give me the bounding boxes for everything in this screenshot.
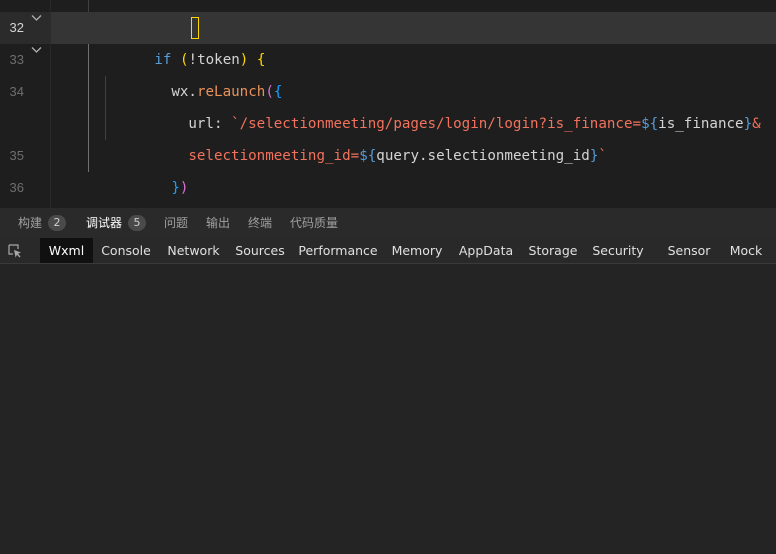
tab-label: 问题 <box>164 216 189 230</box>
code-line[interactable]: 33 wx.reLaunch({ <box>0 44 776 100</box>
tab-label: 构建 <box>18 216 43 230</box>
tab-label: 输出 <box>206 216 231 230</box>
count-badge: 5 <box>128 215 147 231</box>
tab-label: 终端 <box>248 216 273 230</box>
tab-console[interactable]: Console <box>98 238 154 263</box>
tab-build[interactable]: 构建 2 <box>18 208 67 238</box>
panel-tab-bar: 构建 2 调试器 5 问题 输出 终端 代码质量 <box>0 208 776 238</box>
line-number: 36 <box>9 180 24 195</box>
indent-guide <box>88 76 89 108</box>
line-number: 33 <box>9 52 24 67</box>
tab-sources[interactable]: Sources <box>233 238 287 263</box>
line-number: 35 <box>9 148 24 163</box>
tab-terminal[interactable]: 终端 <box>248 208 272 238</box>
chevron-down-icon[interactable] <box>31 46 43 58</box>
indent-guide <box>105 76 106 108</box>
devtools-tab-bar: Wxml Console Network Sources Performance… <box>0 238 776 264</box>
tab-network[interactable]: Network <box>163 238 224 263</box>
tab-mock[interactable]: Mock <box>724 238 768 263</box>
chevron-down-icon[interactable] <box>31 14 43 26</box>
tab-performance[interactable]: Performance <box>298 238 378 263</box>
count-badge: 2 <box>48 215 67 231</box>
tab-appdata[interactable]: AppData <box>456 238 516 263</box>
tab-label: 代码质量 <box>290 216 339 230</box>
code-line-wrapped[interactable]: selectionmeeting_id=${query.selectionmee… <box>0 108 776 164</box>
code-line[interactable]: 34 url: `/selectionmeeting/pages/login/l… <box>0 76 776 132</box>
tab-security[interactable]: Security <box>590 238 646 263</box>
tab-wxml[interactable]: Wxml <box>40 238 93 263</box>
tab-sensor[interactable]: Sensor <box>664 238 714 263</box>
code-line[interactable] <box>0 0 776 12</box>
code-text: } <box>86 172 163 208</box>
tab-memory[interactable]: Memory <box>388 238 446 263</box>
line-number: 34 <box>9 84 24 99</box>
inspect-element-icon[interactable] <box>7 243 23 259</box>
bracket-match-highlight <box>191 17 199 39</box>
code-line[interactable]: 36 } <box>0 172 776 204</box>
devtools-panel-content[interactable] <box>0 264 776 554</box>
line-number: 32 <box>9 20 24 35</box>
tab-problems[interactable]: 问题 <box>164 208 188 238</box>
indent-guide <box>88 140 89 172</box>
indent-guide <box>105 108 106 140</box>
tab-debugger[interactable]: 调试器 5 <box>86 208 147 238</box>
indent-guide <box>88 0 89 12</box>
tab-output[interactable]: 输出 <box>206 208 230 238</box>
code-line[interactable]: 35 }) <box>0 140 776 196</box>
code-line-current[interactable]: 32 if (!token) { <box>0 12 776 68</box>
tab-label: 调试器 <box>86 216 123 230</box>
tab-storage[interactable]: Storage <box>526 238 580 263</box>
tab-code-quality[interactable]: 代码质量 <box>290 208 338 238</box>
indent-guide <box>88 108 89 140</box>
code-editor[interactable]: 32 if (!token) { 33 wx.reLaunch({ 34 url… <box>0 0 776 208</box>
indent-guide <box>88 44 89 76</box>
